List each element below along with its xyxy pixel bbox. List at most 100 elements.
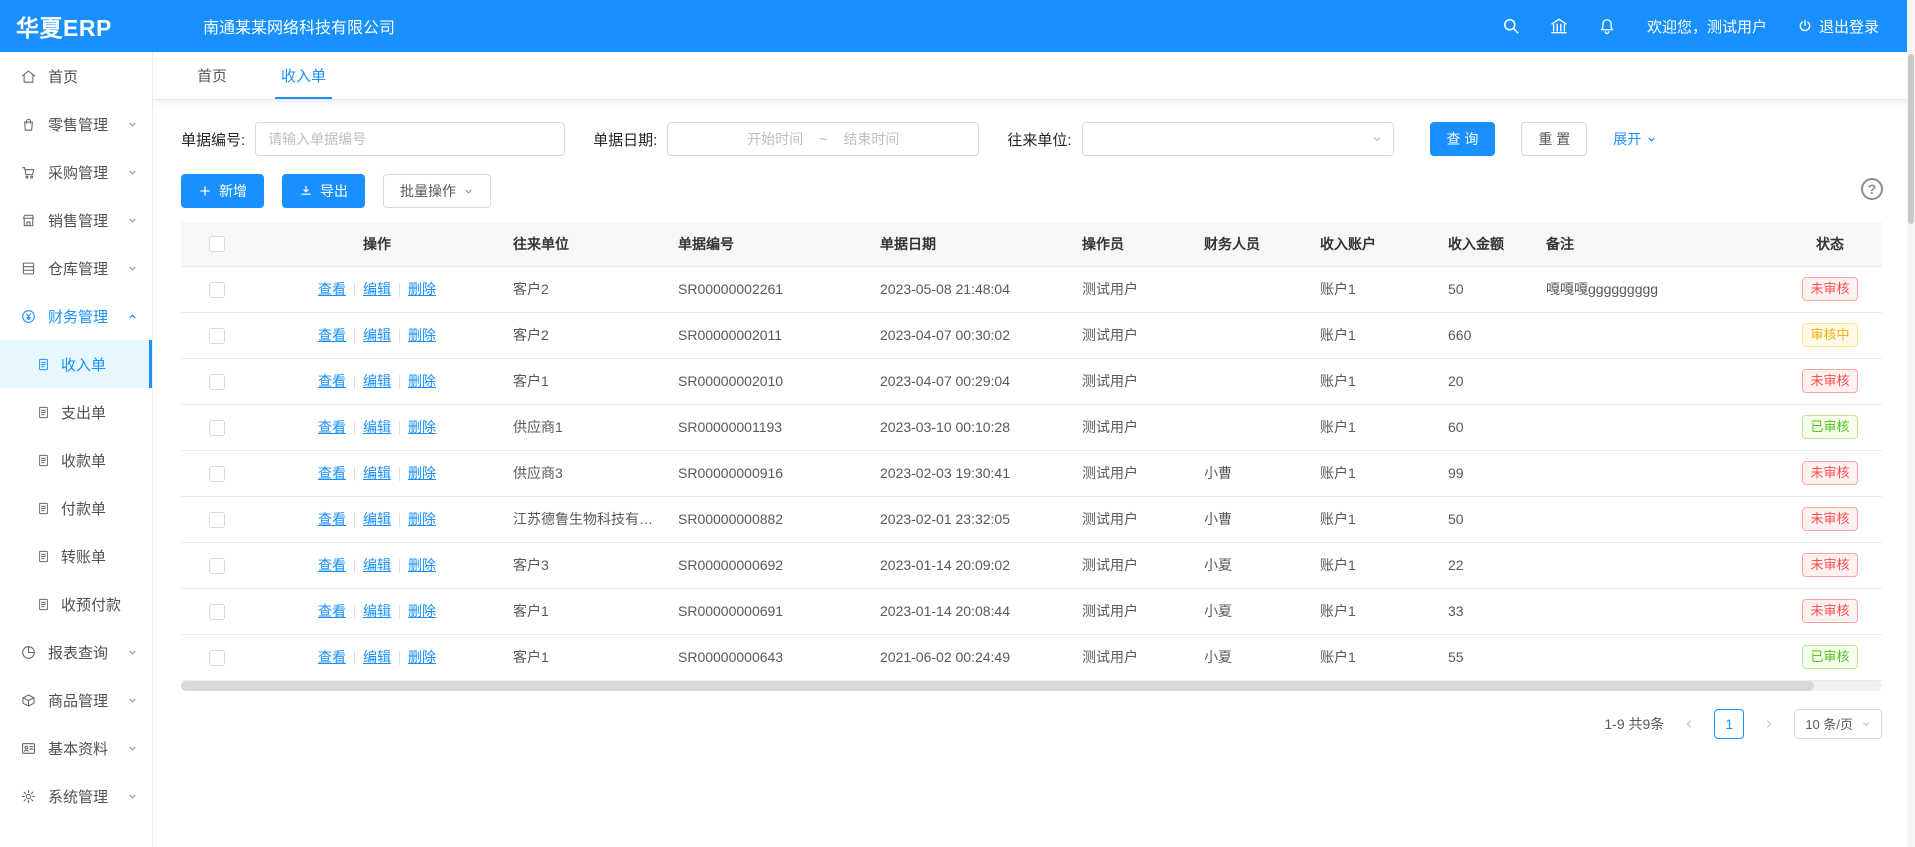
cell-operator: 测试用户 (1070, 404, 1192, 450)
sidebar-item-6[interactable]: 报表查询 (0, 628, 152, 676)
row-checkbox[interactable] (209, 558, 225, 574)
logout-button[interactable]: 退出登录 (1797, 16, 1879, 37)
delete-link[interactable]: 删除 (408, 373, 436, 389)
scrollbar-thumb[interactable] (1908, 54, 1914, 224)
delete-link[interactable]: 删除 (408, 649, 436, 665)
tab-income[interactable]: 收入单 (275, 52, 332, 99)
row-checkbox[interactable] (209, 282, 225, 298)
sidebar-item-3[interactable]: 销售管理 (0, 196, 152, 244)
sidebar-item-5[interactable]: 财务管理 (0, 292, 152, 340)
expand-link[interactable]: 展开 (1613, 129, 1657, 149)
cell-amount: 33 (1436, 588, 1534, 634)
view-link[interactable]: 查看 (318, 327, 346, 343)
status-badge: 未审核 (1802, 277, 1857, 301)
sidebar-item-1[interactable]: 零售管理 (0, 100, 152, 148)
edit-link[interactable]: 编辑 (363, 373, 391, 389)
delete-link[interactable]: 删除 (408, 281, 436, 297)
sidebar-subitem-5-0[interactable]: 收入单 (0, 340, 152, 388)
edit-link[interactable]: 编辑 (363, 419, 391, 435)
page-size-select[interactable]: 10 条/页 (1794, 709, 1882, 739)
sidebar-item-7[interactable]: 商品管理 (0, 676, 152, 724)
row-checkbox[interactable] (209, 420, 225, 436)
sidebar-item-2[interactable]: 采购管理 (0, 148, 152, 196)
delete-link[interactable]: 删除 (408, 557, 436, 573)
delete-link[interactable]: 删除 (408, 327, 436, 343)
prev-page-button[interactable] (1674, 709, 1704, 739)
cell-partner: 客户2 (501, 266, 666, 312)
edit-link[interactable]: 编辑 (363, 511, 391, 527)
edit-link[interactable]: 编辑 (363, 557, 391, 573)
column-header-date: 单据日期 (868, 222, 1070, 266)
link-separator (399, 375, 400, 389)
next-page-button[interactable] (1754, 709, 1784, 739)
sidebar-item-8[interactable]: 基本资料 (0, 724, 152, 772)
add-button[interactable]: 新增 (181, 174, 264, 208)
edit-link[interactable]: 编辑 (363, 649, 391, 665)
edit-link[interactable]: 编辑 (363, 281, 391, 297)
vertical-scrollbar[interactable] (1907, 0, 1915, 847)
column-header-status: 状态 (1778, 222, 1882, 266)
sidebar-subitem-5-1[interactable]: 支出单 (0, 388, 152, 436)
reset-button[interactable]: 重 置 (1521, 122, 1587, 156)
row-checkbox[interactable] (209, 374, 225, 390)
tab-home[interactable]: 首页 (191, 52, 233, 99)
row-checkbox[interactable] (209, 328, 225, 344)
link-separator (354, 421, 355, 435)
row-checkbox[interactable] (209, 512, 225, 528)
view-link[interactable]: 查看 (318, 419, 346, 435)
view-link[interactable]: 查看 (318, 373, 346, 389)
sidebar-item-label: 财务管理 (48, 306, 108, 327)
edit-link[interactable]: 编辑 (363, 603, 391, 619)
page-1-button[interactable]: 1 (1714, 709, 1744, 739)
batch-button[interactable]: 批量操作 (383, 174, 491, 208)
cell-actions: 查看 编辑 删除 (253, 450, 501, 496)
edit-link[interactable]: 编辑 (363, 465, 391, 481)
row-checkbox[interactable] (209, 650, 225, 666)
edit-link[interactable]: 编辑 (363, 327, 391, 343)
search-icon[interactable] (1501, 16, 1521, 36)
view-link[interactable]: 查看 (318, 649, 346, 665)
table-header-row: 操作往来单位单据编号单据日期操作员财务人员收入账户收入金额备注状态 (181, 222, 1882, 266)
view-link[interactable]: 查看 (318, 557, 346, 573)
app-logo: 华夏ERP (0, 9, 153, 43)
export-button[interactable]: 导出 (282, 174, 365, 208)
delete-link[interactable]: 删除 (408, 419, 436, 435)
link-separator (354, 513, 355, 527)
view-link[interactable]: 查看 (318, 465, 346, 481)
sidebar-item-9[interactable]: 系统管理 (0, 772, 152, 820)
chevron-down-icon (127, 263, 138, 274)
horizontal-scrollbar[interactable] (181, 681, 1882, 691)
view-link[interactable]: 查看 (318, 281, 346, 297)
table-row-5: 查看编辑删除江苏德鲁生物科技有限...SR000000008822023-02-… (181, 496, 1882, 542)
search-button[interactable]: 查 询 (1430, 122, 1496, 156)
scrollbar-thumb[interactable] (181, 681, 1814, 691)
row-checkbox[interactable] (209, 604, 225, 620)
number-input[interactable] (255, 122, 565, 156)
date-range-input[interactable]: 开始时间 ~ 结束时间 (667, 122, 979, 156)
row-checkbox[interactable] (209, 466, 225, 482)
delete-link[interactable]: 删除 (408, 465, 436, 481)
cell-amount: 20 (1436, 358, 1534, 404)
sidebar-subitem-5-4[interactable]: 转账单 (0, 532, 152, 580)
partner-select[interactable] (1082, 122, 1394, 156)
cell-date: 2023-04-07 00:29:04 (868, 358, 1070, 404)
select-all-checkbox[interactable] (209, 236, 225, 252)
sidebar-item-0[interactable]: 首页 (0, 52, 152, 100)
sidebar-item-4[interactable]: 仓库管理 (0, 244, 152, 292)
view-link[interactable]: 查看 (318, 511, 346, 527)
sidebar-subitem-5-3[interactable]: 付款单 (0, 484, 152, 532)
bank-icon[interactable] (1549, 16, 1569, 36)
help-icon[interactable]: ? (1861, 178, 1883, 200)
cell-partner: 客户3 (501, 542, 666, 588)
chevron-down-icon (127, 215, 138, 226)
doc-icon (36, 453, 51, 468)
delete-link[interactable]: 删除 (408, 603, 436, 619)
cell-remark (1534, 358, 1778, 404)
cell-number: SR00000002010 (666, 358, 868, 404)
delete-link[interactable]: 删除 (408, 511, 436, 527)
view-link[interactable]: 查看 (318, 603, 346, 619)
sidebar-subitem-5-2[interactable]: 收款单 (0, 436, 152, 484)
bell-icon[interactable] (1597, 16, 1617, 36)
income-table: 操作往来单位单据编号单据日期操作员财务人员收入账户收入金额备注状态 查看编辑删除… (181, 222, 1882, 681)
sidebar-subitem-5-5[interactable]: 收预付款 (0, 580, 152, 628)
